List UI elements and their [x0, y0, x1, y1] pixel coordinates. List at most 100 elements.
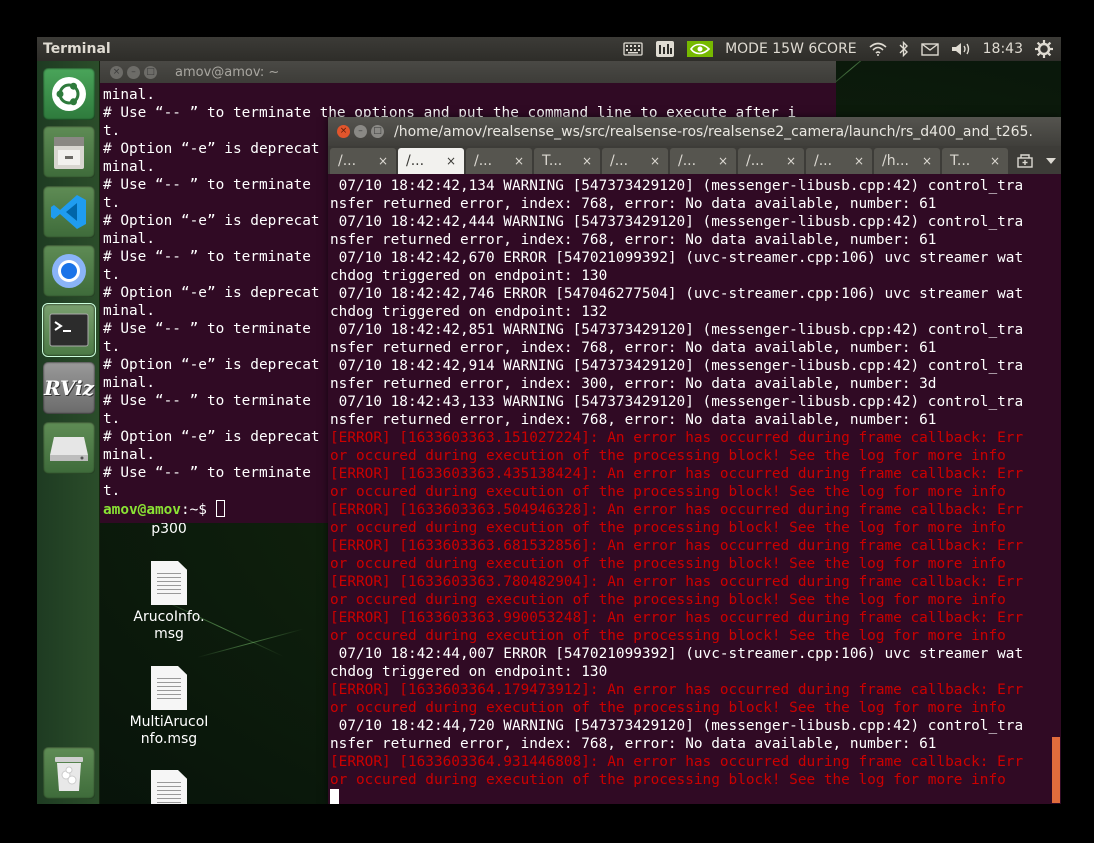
- error-line: [ERROR] [1633603363.435138424]: An error…: [330, 466, 1024, 482]
- maximize-icon[interactable]: □: [144, 65, 157, 79]
- terminal-tab[interactable]: T... ×: [534, 148, 600, 174]
- desktop-icon-multiarucoinfo[interactable]: MultiArucoI nfo.msg: [124, 666, 214, 748]
- terminal-tab[interactable]: /... ×: [398, 148, 464, 174]
- tab-label: /...: [406, 153, 425, 169]
- volume-icon[interactable]: [951, 42, 971, 56]
- error-line: or occured during execution of the proce…: [330, 628, 1006, 644]
- tab-label: /...: [610, 153, 629, 169]
- log-line: nsfer returned error, index: 768, error:…: [330, 196, 937, 212]
- log-line: 07/10 18:42:42,670 ERROR [547021099392] …: [330, 250, 1024, 266]
- tab-label: /...: [678, 153, 697, 169]
- terminal-tab[interactable]: /... ×: [602, 148, 668, 174]
- files-icon[interactable]: [43, 126, 95, 178]
- close-tab-icon[interactable]: ×: [378, 154, 388, 168]
- scrollbar-thumb[interactable]: [1052, 737, 1060, 803]
- log-line: nsfer returned error, index: 768, error:…: [330, 340, 937, 356]
- launcher: RViz: [37, 61, 100, 804]
- close-tab-icon[interactable]: ×: [718, 154, 728, 168]
- log-line: 07/10 18:42:42,914 WARNING [547373429120…: [330, 358, 1024, 374]
- error-line: [ERROR] [1633603364.179473912]: An error…: [330, 682, 1024, 698]
- log-line: 07/10 18:42:42,134 WARNING [547373429120…: [330, 178, 1024, 194]
- mail-icon[interactable]: [920, 42, 939, 56]
- error-line: or occured during execution of the proce…: [330, 592, 1006, 608]
- close-tab-icon[interactable]: ×: [990, 154, 1000, 168]
- rviz-icon[interactable]: RViz: [43, 362, 95, 414]
- log-line: nsfer returned error, index: 300, error:…: [330, 376, 937, 392]
- log-line: 07/10 18:42:43,133 WARNING [547373429120…: [330, 394, 1024, 410]
- minimize-icon[interactable]: –: [127, 65, 140, 79]
- drive-icon[interactable]: [43, 422, 95, 474]
- terminal-tab[interactable]: /... ×: [466, 148, 532, 174]
- close-tab-icon[interactable]: ×: [786, 154, 796, 168]
- clock[interactable]: 18:43: [983, 41, 1023, 57]
- log-line: nsfer returned error, index: 768, error:…: [330, 736, 937, 752]
- nvidia-icon[interactable]: [687, 41, 714, 57]
- close-tab-icon[interactable]: ×: [854, 154, 864, 168]
- chromium-icon[interactable]: [43, 245, 95, 297]
- prompt-path: :~$: [180, 502, 216, 518]
- tab-label: /...: [814, 153, 833, 169]
- vscode-icon[interactable]: [43, 186, 95, 238]
- tab-label: /...: [746, 153, 765, 169]
- desktop-icon-label: msg: [154, 626, 184, 642]
- active-app-title: Terminal: [43, 41, 111, 57]
- new-tab-icon[interactable]: [1010, 148, 1040, 174]
- terminal-output[interactable]: 07/10 18:42:42,134 WARNING [547373429120…: [328, 174, 1061, 804]
- error-line: or occured during execution of the proce…: [330, 772, 1006, 788]
- tab-label: /...: [474, 153, 493, 169]
- close-icon[interactable]: ×: [337, 125, 350, 138]
- tab-label: T...: [542, 153, 563, 169]
- close-tab-icon[interactable]: ×: [922, 154, 932, 168]
- close-tab-icon[interactable]: ×: [514, 154, 524, 168]
- terminal-tab[interactable]: /... ×: [330, 148, 396, 174]
- error-line: [ERROR] [1633603364.931446808]: An error…: [330, 754, 1024, 770]
- text-cursor: [215, 500, 225, 517]
- terminal-icon[interactable]: [42, 303, 96, 357]
- desktop-icon-file[interactable]: [124, 770, 214, 804]
- window-titlebar[interactable]: × – □ /home/amov/realsense_ws/src/realse…: [328, 117, 1061, 146]
- maximize-icon[interactable]: □: [371, 125, 384, 138]
- window-titlebar[interactable]: × – □ amov@amov: ~: [100, 61, 836, 83]
- terminal-line: minal.: [103, 87, 155, 103]
- desktop-icon-p300[interactable]: p300: [124, 521, 214, 538]
- error-line: [ERROR] [1633603363.681532856]: An error…: [330, 538, 1024, 554]
- trash-icon[interactable]: [43, 747, 95, 799]
- power-mode-label[interactable]: MODE 15W 6CORE: [725, 41, 857, 57]
- close-tab-icon[interactable]: ×: [446, 154, 456, 168]
- desktop-icon-label: MultiArucoI: [129, 714, 209, 730]
- minimize-icon[interactable]: –: [354, 125, 367, 138]
- log-line: chdog triggered on endpoint: 132: [330, 304, 608, 320]
- terminal-tab[interactable]: T... ×: [942, 148, 1008, 174]
- terminal-tab[interactable]: /... ×: [738, 148, 804, 174]
- terminal-window-front[interactable]: × – □ /home/amov/realsense_ws/src/realse…: [328, 117, 1061, 804]
- log-line: chdog triggered on endpoint: 130: [330, 268, 608, 284]
- system-monitor-icon[interactable]: [655, 40, 675, 58]
- close-tab-icon[interactable]: ×: [650, 154, 660, 168]
- terminal-tab[interactable]: /... ×: [670, 148, 736, 174]
- close-tab-icon[interactable]: ×: [582, 154, 592, 168]
- log-line: 07/10 18:42:44,007 ERROR [547021099392] …: [330, 646, 1024, 662]
- tab-bar: /... × /... × /... × T... × /... × /... × /... × /... ×…: [328, 146, 1061, 174]
- document-icon: [151, 770, 187, 804]
- desktop-icon-arucoinfo[interactable]: ArucoInfo. msg: [124, 561, 214, 643]
- text-cursor: [330, 789, 339, 804]
- log-line: nsfer returned error, index: 768, error:…: [330, 412, 937, 428]
- gear-icon[interactable]: [1035, 40, 1053, 58]
- log-line: 07/10 18:42:42,851 WARNING [547373429120…: [330, 322, 1024, 338]
- error-line: or occured during execution of the proce…: [330, 484, 1006, 500]
- close-icon[interactable]: ×: [110, 65, 123, 79]
- error-line: [ERROR] [1633603363.504946328]: An error…: [330, 502, 1024, 518]
- keyboard-icon[interactable]: [623, 42, 643, 56]
- log-line: 07/10 18:42:42,444 WARNING [547373429120…: [330, 214, 1024, 230]
- terminal-tab[interactable]: /... ×: [806, 148, 872, 174]
- ubuntu-icon[interactable]: [43, 68, 95, 120]
- terminal-tab[interactable]: /h... ×: [874, 148, 940, 174]
- chevron-down-icon[interactable]: [1042, 148, 1060, 174]
- error-line: or occured during execution of the proce…: [330, 520, 1006, 536]
- document-icon: [151, 561, 187, 605]
- wifi-icon[interactable]: [869, 42, 887, 56]
- window-title: /home/amov/realsense_ws/src/realsense-ro…: [394, 123, 1033, 140]
- document-icon: [151, 666, 187, 710]
- desktop-icon-label: ArucoInfo.: [133, 609, 205, 625]
- bluetooth-icon[interactable]: [899, 41, 909, 57]
